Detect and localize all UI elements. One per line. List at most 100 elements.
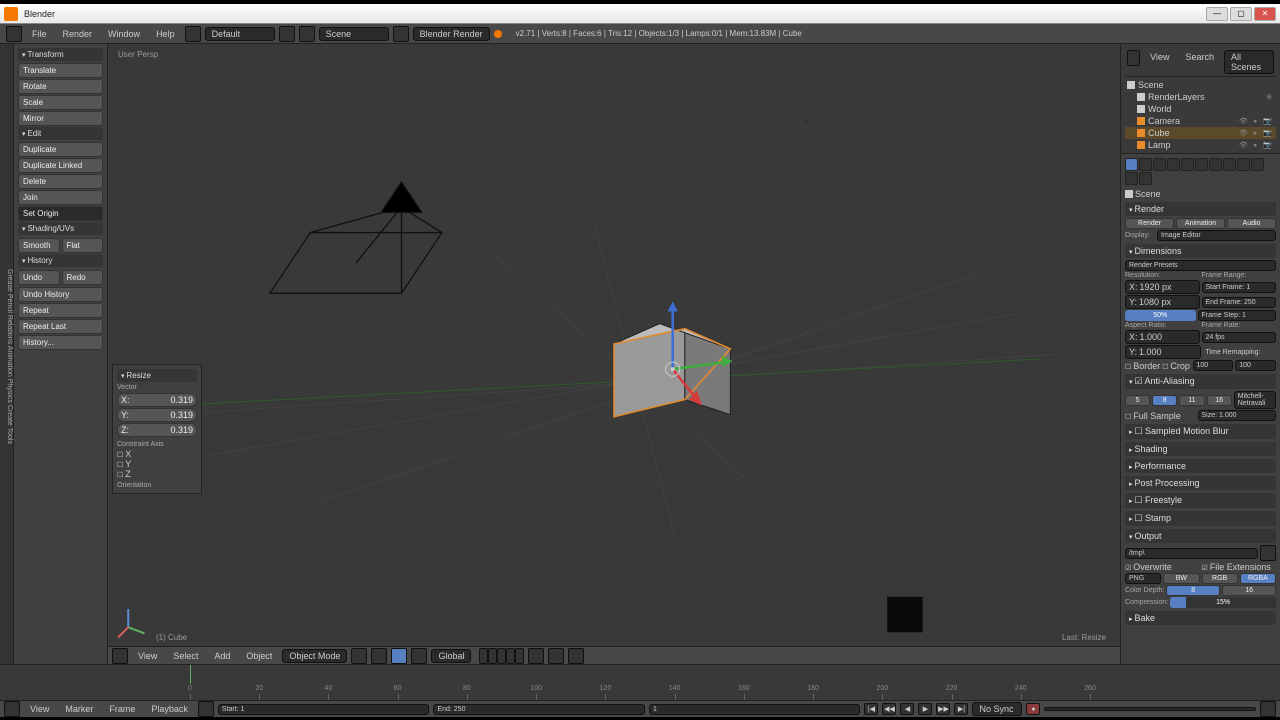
close-button[interactable]: ✕ (1254, 7, 1276, 21)
set-origin-button[interactable]: Set Origin (18, 206, 103, 221)
output-path-field[interactable]: /tmp\ (1125, 548, 1258, 559)
snap-icon[interactable] (528, 648, 544, 664)
freestyle-panel-head[interactable]: ☐ Freestyle (1125, 493, 1276, 508)
transform-panel-head[interactable]: Transform (18, 48, 103, 61)
outliner-cube-row[interactable]: Cube👁 ▸ 📷 (1125, 127, 1276, 139)
mode-dropdown[interactable]: Object Mode (282, 649, 347, 663)
timeline-marker-menu[interactable]: Marker (59, 702, 99, 716)
aspect-y-field[interactable]: Y: 1.000 (1125, 345, 1201, 359)
play-icon[interactable]: ▶ (918, 703, 932, 715)
editor-type-icon[interactable] (6, 26, 22, 42)
engine-dropdown[interactable]: Blender Render (413, 27, 490, 41)
add-menu[interactable]: Add (208, 649, 236, 663)
resize-y-field[interactable]: Y:0.319 (117, 408, 197, 422)
outliner-type-icon[interactable] (1127, 50, 1140, 66)
prev-key-icon[interactable]: ◀◀ (882, 703, 896, 715)
pivot-icon[interactable] (371, 648, 387, 664)
next-key-icon[interactable]: ▶▶ (936, 703, 950, 715)
join-button[interactable]: Join (18, 190, 103, 205)
timeline-playback-menu[interactable]: Playback (145, 702, 194, 716)
data-tab[interactable] (1223, 158, 1236, 171)
orientation-dropdown[interactable]: Global (431, 649, 471, 663)
view-menu[interactable]: View (132, 649, 163, 663)
render-panel-head[interactable]: Render (1125, 202, 1276, 216)
layer-button[interactable] (506, 648, 515, 664)
constraint-x-check[interactable]: ☐ X (117, 449, 197, 459)
maximize-button[interactable]: ▢ (1230, 7, 1252, 21)
undo-history-button[interactable]: Undo History (18, 287, 103, 302)
outliner-camera-row[interactable]: Camera👁 ▸ 📷 (1125, 115, 1276, 127)
scene-add-icon[interactable] (393, 26, 409, 42)
select-menu[interactable]: Select (167, 649, 204, 663)
constraint-y-check[interactable]: ☐ Y (117, 459, 197, 469)
end-frame-input[interactable]: End: 250 (433, 704, 645, 715)
scale-button[interactable]: Scale (18, 95, 103, 110)
format-dropdown[interactable]: PNG (1125, 573, 1161, 584)
sync-dropdown[interactable]: No Sync (972, 702, 1022, 716)
keying-set-field[interactable] (1044, 707, 1256, 711)
modifiers-tab[interactable] (1209, 158, 1222, 171)
res-percentage-slider[interactable]: 50% (1125, 310, 1196, 321)
layout-dropdown[interactable]: Default (205, 27, 275, 41)
flat-button[interactable]: Flat (62, 238, 104, 253)
particles-tab[interactable] (1125, 172, 1138, 185)
record-icon[interactable]: ● (1026, 703, 1040, 715)
scene-tab[interactable] (1153, 158, 1166, 171)
overwrite-check[interactable]: ☑ Overwrite (1125, 562, 1200, 572)
end-frame-field[interactable]: End Frame: 250 (1202, 297, 1277, 308)
key-add-icon[interactable] (1260, 701, 1276, 717)
duplicate-button[interactable]: Duplicate (18, 142, 103, 157)
menu-render[interactable]: Render (57, 27, 99, 41)
aa-filter-dropdown[interactable]: Mitchell-Netravali (1234, 391, 1276, 409)
timeline-view-menu[interactable]: View (24, 702, 55, 716)
layout-prev-icon[interactable] (185, 26, 201, 42)
edit-panel-head[interactable]: Edit (18, 127, 103, 140)
aspect-x-field[interactable]: X: 1.000 (1125, 330, 1200, 344)
render-preview-icon[interactable] (568, 648, 584, 664)
output-panel-head[interactable]: Output (1125, 529, 1276, 543)
bw-button[interactable]: BW (1163, 573, 1199, 584)
resize-panel-head[interactable]: Resize (117, 369, 197, 382)
full-sample-check[interactable]: ☐ Full Sample (1125, 411, 1196, 421)
shading-panel-head[interactable]: Shading/UVs (18, 222, 103, 235)
start-frame-field[interactable]: Start Frame: 1 (1202, 282, 1277, 293)
manipulator-toggle-icon[interactable] (391, 648, 407, 664)
constraints-tab[interactable] (1195, 158, 1208, 171)
editor-type-3dview-icon[interactable] (112, 648, 128, 664)
world-tab[interactable] (1167, 158, 1180, 171)
range-icon[interactable] (198, 701, 214, 717)
outliner-lamp-row[interactable]: Lamp👁 ▸ 📷 (1125, 139, 1276, 151)
toolshelf-tabs[interactable]: Grease Pencil Relations Animation Physic… (0, 44, 14, 664)
scene-prev-icon[interactable] (299, 26, 315, 42)
render-button[interactable]: Render (1125, 218, 1174, 229)
minimize-button[interactable]: — (1206, 7, 1228, 21)
render-tab[interactable] (1125, 158, 1138, 171)
physics-tab[interactable] (1139, 172, 1152, 185)
rotate-button[interactable]: Rotate (18, 79, 103, 94)
object-tab[interactable] (1181, 158, 1194, 171)
aa-size-field[interactable]: Size: 1.000 (1198, 410, 1277, 421)
outliner-filter-dropdown[interactable]: All Scenes (1224, 50, 1274, 74)
layer-button[interactable] (497, 648, 506, 664)
delete-button[interactable]: Delete (18, 174, 103, 189)
depth-16-button[interactable]: 16 (1222, 585, 1276, 596)
browse-folder-icon[interactable] (1260, 545, 1276, 561)
rgba-button[interactable]: RGBA (1240, 573, 1276, 584)
smooth-button[interactable]: Smooth (18, 238, 60, 253)
remap-new-field[interactable]: 100 (1235, 360, 1276, 371)
timeline-type-icon[interactable] (4, 701, 20, 717)
current-frame-input[interactable]: 1 (649, 704, 861, 715)
aa-16-button[interactable]: 16 (1207, 395, 1232, 406)
aa-11-button[interactable]: 11 (1179, 395, 1204, 406)
aa-8-button[interactable]: 8 (1152, 395, 1177, 406)
3d-viewport[interactable]: User Persp (108, 44, 1120, 664)
jump-start-icon[interactable]: |◀ (864, 703, 878, 715)
outliner-search-menu[interactable]: Search (1179, 50, 1220, 74)
outliner-scene-row[interactable]: Scene (1125, 79, 1276, 91)
outliner-view-menu[interactable]: View (1144, 50, 1175, 74)
layout-add-icon[interactable] (279, 26, 295, 42)
constraint-z-check[interactable]: ☐ Z (117, 469, 197, 479)
material-tab[interactable] (1237, 158, 1250, 171)
res-y-field[interactable]: Y: 1080 px (1125, 295, 1200, 309)
timeline-ruler[interactable]: 020406080100120140160180200220240260 (0, 665, 1280, 701)
